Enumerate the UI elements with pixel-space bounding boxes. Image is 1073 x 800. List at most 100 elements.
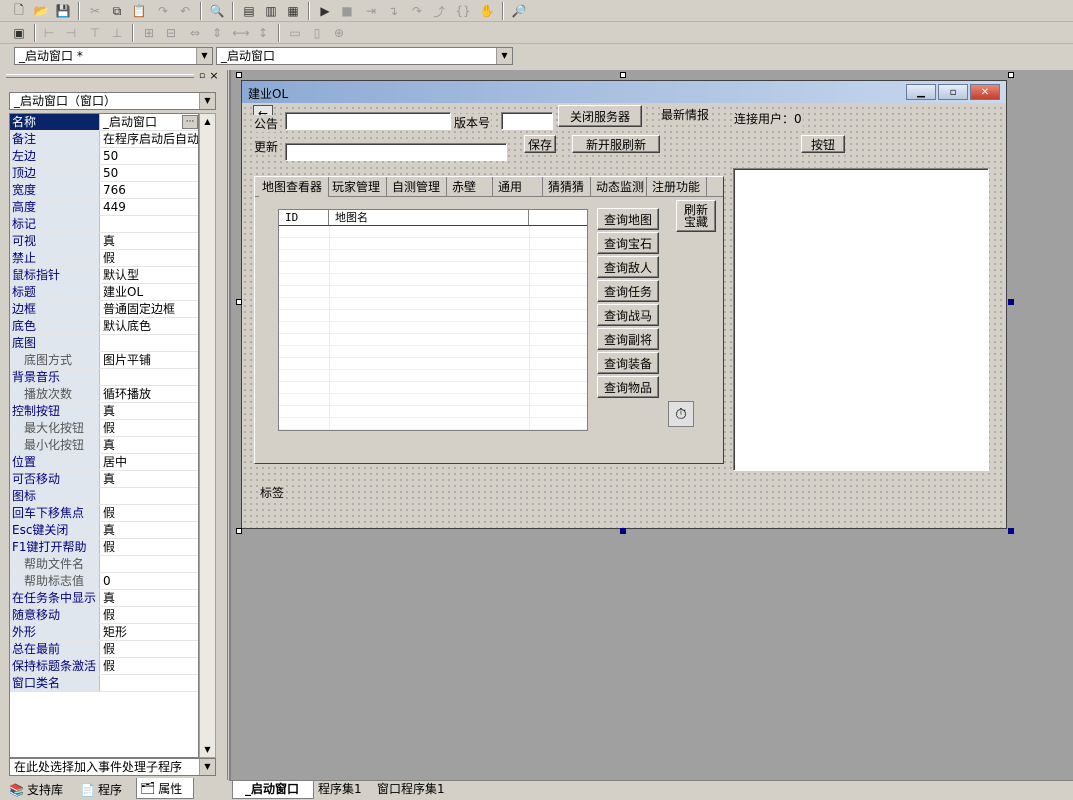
property-value[interactable]: 图片平铺	[100, 352, 198, 368]
tab-4[interactable]: 通用	[495, 177, 543, 197]
property-value[interactable]: 默认型	[100, 267, 198, 283]
property-row[interactable]: F1键打开帮助假	[10, 539, 198, 556]
property-row[interactable]: 标记	[10, 216, 198, 233]
tab-6[interactable]: 动态监测	[593, 177, 647, 197]
tab-support-library[interactable]: 📚 支持库	[9, 780, 73, 799]
property-row[interactable]: 播放次数 循环播放	[10, 386, 198, 403]
step-out-icon[interactable]: ⤴	[430, 2, 448, 20]
property-value[interactable]: 在程序启动后自动	[100, 131, 198, 147]
chevron-down-icon[interactable]: ▼	[196, 48, 212, 64]
panel-restore-icon[interactable]: ▫	[197, 71, 207, 81]
resize-handle-corner[interactable]	[1008, 528, 1014, 534]
property-value[interactable]: 449	[100, 199, 198, 215]
tab-start-window[interactable]: _启动窗口	[232, 781, 315, 799]
step-icon[interactable]: ⇥	[362, 2, 380, 20]
design-form[interactable]: 建业OL ▁ ▫ ✕ ⇆ 公告 版本号 关闭服务器 最新情报 连接用户：0 更新…	[241, 80, 1007, 529]
resize-handle-right[interactable]	[1008, 299, 1014, 305]
ellipsis-button[interactable]: ···	[182, 115, 198, 129]
version-input[interactable]	[501, 112, 553, 130]
property-value[interactable]: 假	[100, 658, 198, 674]
chevron-down-icon[interactable]: ▼	[496, 48, 512, 64]
property-value[interactable]: 假	[100, 641, 198, 657]
copy-icon[interactable]: ⧉	[108, 2, 126, 20]
same-height-icon[interactable]: ⇕	[208, 24, 226, 42]
generic-button[interactable]: 按钮	[801, 135, 845, 153]
form-titlebar[interactable]: 建业OL ▁ ▫ ✕	[242, 81, 1006, 103]
property-value[interactable]: 50	[100, 165, 198, 181]
property-value[interactable]: 真	[100, 522, 198, 538]
property-value[interactable]: 假	[100, 505, 198, 521]
property-value[interactable]: 766	[100, 182, 198, 198]
close-server-button[interactable]: 关闭服务器	[558, 105, 642, 127]
panel-close-icon[interactable]: ×	[209, 70, 219, 81]
chevron-down-icon[interactable]: ▼	[199, 759, 215, 775]
property-row[interactable]: 底色 默认底色	[10, 318, 198, 335]
property-row[interactable]: 宽度 766	[10, 182, 198, 199]
property-row[interactable]: 总在最前假	[10, 641, 198, 658]
property-row[interactable]: 底图方式 图片平铺	[10, 352, 198, 369]
new-file-icon[interactable]: 🗋	[10, 2, 28, 20]
property-value[interactable]: 真	[100, 471, 198, 487]
property-value[interactable]: 循环播放	[100, 386, 198, 402]
property-row[interactable]: 图标	[10, 488, 198, 505]
center-v-icon[interactable]: ⊟	[162, 24, 180, 42]
redo-icon[interactable]: ↷	[154, 2, 172, 20]
query-button-6[interactable]: 查询装备	[597, 352, 659, 374]
property-row[interactable]: 保持标题条激活假	[10, 658, 198, 675]
property-row[interactable]: Esc键关闭真	[10, 522, 198, 539]
property-row[interactable]: 顶边 50	[10, 165, 198, 182]
size-v-icon[interactable]: ▯	[308, 24, 326, 42]
property-value[interactable]: 假	[100, 250, 198, 266]
property-value[interactable]	[100, 488, 198, 504]
property-row[interactable]: 外形 矩形	[10, 624, 198, 641]
new-refresh-button[interactable]: 新开服刷新	[572, 135, 660, 153]
same-width-icon[interactable]: ⇔	[186, 24, 204, 42]
property-value[interactable]: 真	[100, 590, 198, 606]
event-selector[interactable]: 在此处选择加入事件处理子程序 ▼	[9, 758, 216, 776]
save-button[interactable]: 保存	[524, 135, 556, 153]
close-icon[interactable]: ✕	[970, 84, 1000, 100]
layout-3-icon[interactable]: ▦	[284, 2, 302, 20]
component-selector[interactable]: _启动窗口 ▼	[216, 47, 513, 65]
property-row[interactable]: 可视真	[10, 233, 198, 250]
property-value[interactable]	[100, 335, 198, 351]
update-input[interactable]	[285, 143, 507, 161]
size-h-icon[interactable]: ▭	[286, 24, 304, 42]
space-v-icon[interactable]: ↕	[254, 24, 272, 42]
tab-2[interactable]: 自测管理	[389, 177, 447, 197]
form-icon[interactable]: ▣	[10, 24, 28, 42]
step-into-icon[interactable]: ↴	[384, 2, 402, 20]
chevron-down-icon[interactable]: ▼	[199, 93, 215, 109]
align-left-icon[interactable]: ⊢	[40, 24, 58, 42]
property-row[interactable]: 窗口类名	[10, 675, 198, 692]
property-value[interactable]: 假	[100, 420, 198, 436]
object-selector[interactable]: _启动窗口（窗口） ▼	[9, 92, 216, 110]
tab-program[interactable]: 📄 程序	[80, 780, 132, 799]
query-button-0[interactable]: 查询地图	[597, 208, 659, 230]
property-value[interactable]: 50	[100, 148, 198, 164]
property-row[interactable]: 禁止假	[10, 250, 198, 267]
map-grid[interactable]: ID 地图名	[278, 209, 588, 431]
query-button-2[interactable]: 查询敌人	[597, 256, 659, 278]
resize-handle-bottom[interactable]	[620, 528, 626, 534]
property-row[interactable]: 可否移动真	[10, 471, 198, 488]
open-folder-icon[interactable]: 📂	[32, 2, 50, 20]
property-value[interactable]: 真	[100, 403, 198, 419]
property-value[interactable]	[100, 216, 198, 232]
property-row[interactable]: 高度 449	[10, 199, 198, 216]
property-row[interactable]: 边框 普通固定边框	[10, 301, 198, 318]
paste-icon[interactable]: 📋	[130, 2, 148, 20]
property-value[interactable]: 假	[100, 607, 198, 623]
property-value[interactable]: 默认底色	[100, 318, 198, 334]
property-value[interactable]: 矩形	[100, 624, 198, 640]
property-value[interactable]: 0	[100, 573, 198, 589]
layout-1-icon[interactable]: ▤	[240, 2, 258, 20]
property-row[interactable]: 标题 建业OL	[10, 284, 198, 301]
news-listbox[interactable]	[733, 168, 989, 471]
property-row[interactable]: 随意移动假	[10, 607, 198, 624]
property-row[interactable]: 回车下移焦点假	[10, 505, 198, 522]
scroll-up-icon[interactable]: ▲	[200, 114, 215, 129]
property-value[interactable]: 居中	[100, 454, 198, 470]
maximize-icon[interactable]: ▫	[938, 84, 968, 100]
property-value[interactable]: 真	[100, 233, 198, 249]
